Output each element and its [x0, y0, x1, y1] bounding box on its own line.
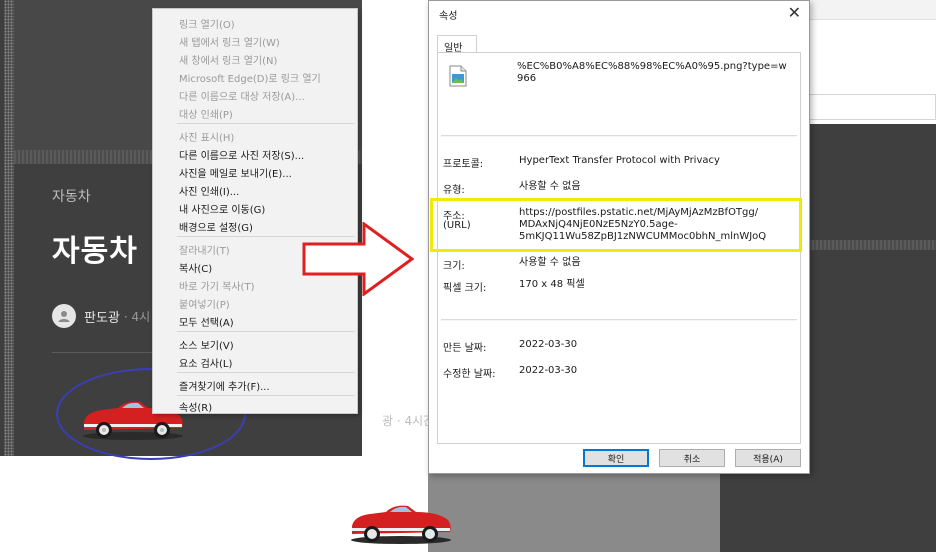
menu-save-target-as[interactable]: 다른 이름으로 대상 저장(A)...: [179, 88, 305, 103]
menu-open-link-new-tab[interactable]: 새 탭에서 링크 열기(W): [179, 34, 280, 49]
post-title: 자동차: [52, 234, 138, 269]
menu-add-to-favorites[interactable]: 즐겨찾기에 추가(F)...: [179, 378, 270, 393]
menu-paste[interactable]: 붙여넣기(P): [179, 296, 230, 311]
menu-properties[interactable]: 속성(R): [179, 399, 212, 414]
size-label: 크기:: [443, 261, 465, 272]
avatar[interactable]: [52, 304, 76, 328]
menu-copy-shortcut[interactable]: 바로 가기 복사(T): [179, 278, 254, 293]
cancel-button[interactable]: 취소: [659, 449, 725, 467]
pixel-size-value: 170 x 48 픽셀: [519, 279, 585, 290]
menu-view-source[interactable]: 소스 보기(V): [179, 337, 234, 352]
section-separator: [441, 319, 797, 321]
image-file-icon: [449, 65, 467, 87]
menu-print-picture[interactable]: 사진 인쇄(I)...: [179, 183, 239, 198]
menu-separator: [177, 123, 355, 124]
close-icon[interactable]: ✕: [788, 3, 801, 22]
menu-print-target[interactable]: 대상 인쇄(P): [179, 106, 233, 121]
pixel-size-label: 픽셀 크기:: [443, 283, 487, 294]
menu-email-picture[interactable]: 사진을 메일로 보내기(E)...: [179, 165, 292, 180]
protocol-value: HyperText Transfer Protocol with Privacy: [519, 155, 720, 166]
dialog-title: 속성: [439, 11, 458, 22]
modified-date-value: 2022-03-30: [519, 365, 578, 376]
author-row: 판도광 · 4시: [52, 304, 150, 328]
type-value: 사용할 수 없음: [519, 181, 581, 192]
type-label: 유형:: [443, 185, 465, 196]
menu-inspect-element[interactable]: 요소 검사(L): [179, 355, 232, 370]
menu-save-picture-as[interactable]: 다른 이름으로 사진 저장(S)...: [179, 147, 304, 162]
section-separator: [441, 135, 797, 137]
red-arrow-icon: [302, 222, 414, 296]
url-highlight-box: [430, 198, 802, 252]
red-car-image[interactable]: [346, 496, 456, 546]
user-icon: [58, 311, 70, 322]
tab-general[interactable]: 일반: [437, 35, 477, 54]
menu-separator: [177, 331, 355, 332]
background-post-title: 차: [382, 342, 410, 377]
post-meta: · 4시: [123, 309, 151, 324]
modified-date-label: 수정한 날짜:: [443, 369, 496, 380]
created-date-label: 만든 날짜:: [443, 343, 487, 354]
menu-cut[interactable]: 잘라내기(T): [179, 242, 230, 257]
context-menu: 링크 열기(O) 새 탭에서 링크 열기(W) 새 창에서 링크 열기(N) M…: [152, 8, 358, 414]
apply-button[interactable]: 적용(A): [735, 449, 801, 467]
menu-open-link-edge[interactable]: Microsoft Edge(D)로 링크 열기: [179, 70, 321, 85]
size-value: 사용할 수 없음: [519, 257, 581, 268]
menu-open-link-new-window[interactable]: 새 창에서 링크 열기(N): [179, 52, 277, 67]
page-border-dots: [4, 0, 14, 456]
created-date-value: 2022-03-30: [519, 339, 578, 350]
ok-button[interactable]: 확인: [583, 449, 649, 467]
author-name[interactable]: 판도광: [84, 307, 120, 326]
menu-go-to-my-pictures[interactable]: 내 사진으로 이동(G): [179, 201, 265, 216]
menu-show-picture[interactable]: 사진 표시(H): [179, 129, 234, 144]
menu-select-all[interactable]: 모두 선택(A): [179, 314, 234, 329]
menu-open-link[interactable]: 링크 열기(O): [179, 16, 235, 31]
menu-separator: [177, 395, 355, 396]
menu-set-as-background[interactable]: 배경으로 설정(G): [179, 219, 253, 234]
protocol-label: 프로토콜:: [443, 159, 484, 170]
file-name: %EC%B0%A8%EC%88%98%EC%A0%95.png?type=w96…: [517, 61, 787, 84]
menu-separator: [177, 372, 355, 373]
car-image-panel: [720, 464, 936, 552]
post-category[interactable]: 자동차: [52, 186, 91, 206]
screenshot-canvas: 자동차 자동차 판도광 · 4시 링크 열기(O) 새 탭에서 링크 열기(W): [0, 0, 936, 552]
menu-copy[interactable]: 복사(C): [179, 260, 212, 275]
